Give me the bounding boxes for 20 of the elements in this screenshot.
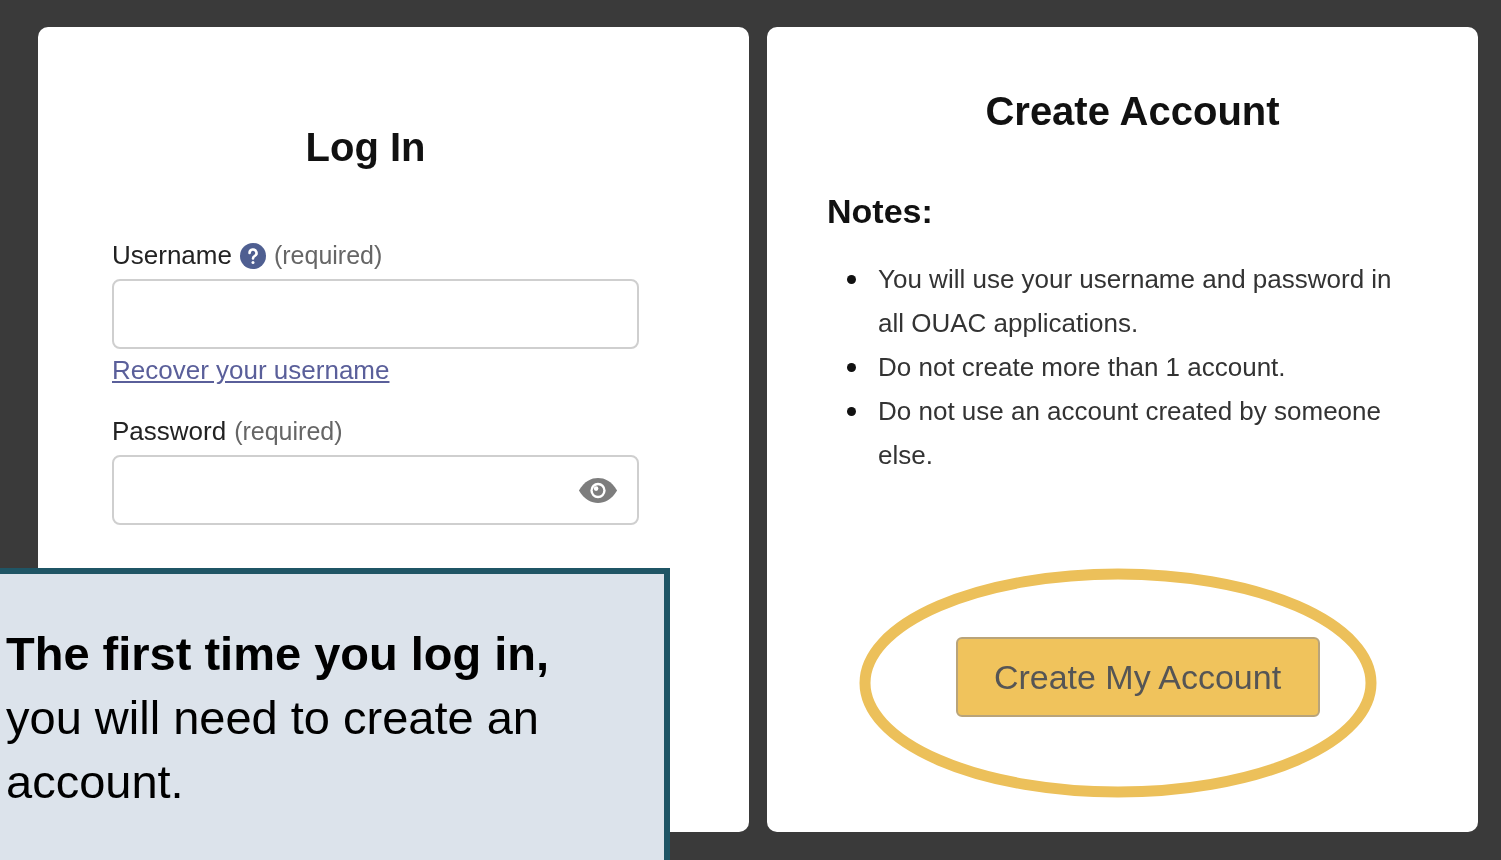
bullet-icon bbox=[847, 363, 856, 372]
bullet-icon bbox=[847, 407, 856, 416]
bullet-icon bbox=[847, 275, 856, 284]
eye-icon[interactable] bbox=[577, 475, 619, 505]
username-field[interactable] bbox=[112, 279, 639, 349]
note-text: Do not use an account created by someone else. bbox=[878, 395, 1382, 472]
create-account-title: Create Account bbox=[984, 89, 1281, 134]
create-account-button[interactable]: Create My Account bbox=[955, 637, 1320, 717]
required-hint: (required) bbox=[273, 241, 383, 270]
notes-heading: Notes: bbox=[827, 192, 934, 231]
field-label: Password bbox=[112, 416, 227, 447]
callout-text: The first time you log in, you will need to create an account. bbox=[6, 626, 551, 810]
note-text: You will use your username and password in all OUAC applications. bbox=[878, 263, 1393, 340]
note-text: Do not create more than 1 account. bbox=[878, 351, 1286, 384]
help-icon[interactable] bbox=[239, 242, 266, 269]
login-title: Log In bbox=[304, 125, 427, 170]
required-hint: (required) bbox=[234, 417, 343, 446]
password-field[interactable] bbox=[112, 455, 639, 525]
recover-username-link[interactable]: Recover your username bbox=[112, 355, 390, 386]
field-label: Username bbox=[112, 240, 232, 271]
